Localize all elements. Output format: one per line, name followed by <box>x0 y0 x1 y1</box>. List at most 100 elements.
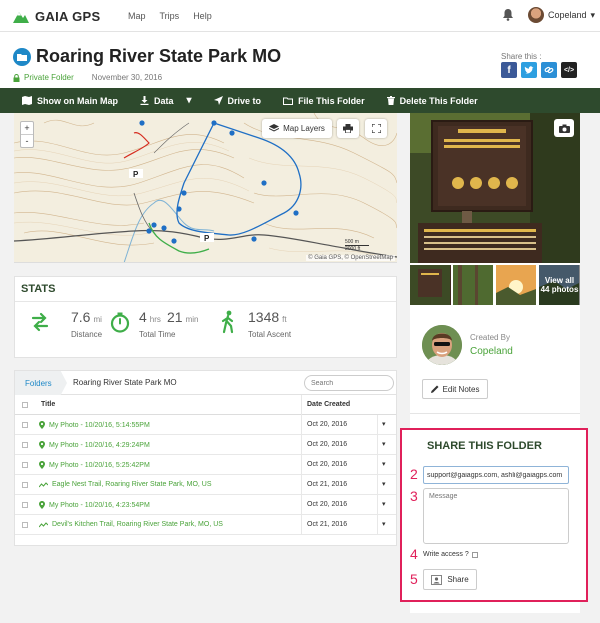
ascent-value: 1348 <box>248 309 280 325</box>
table-row[interactable]: Devil's Kitchen Trail, Roaring River Sta… <box>15 515 396 535</box>
folder-meta: Private Folder November 30, 2016 <box>13 73 162 82</box>
row-title: Eagle Nest Trail, Roaring River State Pa… <box>52 481 212 488</box>
map-layers-button[interactable]: Map Layers <box>262 119 332 138</box>
edit-notes-button[interactable]: Edit Notes <box>422 379 488 399</box>
expand-icon <box>371 124 381 133</box>
breadcrumb-folders-link[interactable]: Folders <box>15 371 67 395</box>
table-row[interactable]: My Photo - 10/20/16, 5:25:42PM Oct 20, 20… <box>15 455 396 475</box>
row-checkbox[interactable] <box>22 422 28 428</box>
table-row[interactable]: My Photo - 10/20/16, 4:29:24PM Oct 20, 20… <box>15 435 396 455</box>
privacy-status[interactable]: Private Folder <box>13 73 74 82</box>
select-all-checkbox[interactable] <box>22 402 28 408</box>
delete-folder-button[interactable]: Delete This Folder <box>386 95 478 106</box>
row-checkbox[interactable] <box>22 442 28 448</box>
table-row[interactable]: My Photo - 10/20/16, 5:14:55PM Oct 20, 20… <box>15 415 396 435</box>
hiker-icon <box>221 310 234 334</box>
step-number: 3 <box>410 488 418 504</box>
row-title-link[interactable]: My Photo - 10/20/16, 4:23:54PM <box>39 501 150 509</box>
zoom-in-button[interactable]: + <box>21 122 33 135</box>
drive-to-label: Drive to <box>227 95 262 106</box>
row-checkbox[interactable] <box>22 522 28 528</box>
folder-date: November 30, 2016 <box>91 73 163 82</box>
creator-name-link[interactable]: Copeland <box>470 346 513 357</box>
row-date: Oct 20, 2016 <box>307 461 348 468</box>
facebook-icon[interactable]: f <box>501 62 517 78</box>
folder-header: Roaring River State Park MO Private Fold… <box>0 32 600 88</box>
column-divider <box>377 475 378 495</box>
add-photo-button[interactable] <box>554 119 574 137</box>
row-menu-chevron-down-icon[interactable]: ▾ <box>382 520 386 528</box>
main-nav: Map Trips Help <box>128 11 212 21</box>
row-title-link[interactable]: My Photo - 10/20/16, 5:14:55PM <box>39 421 150 429</box>
show-on-main-map-button[interactable]: Show on Main Map <box>22 96 118 106</box>
row-menu-chevron-down-icon[interactable]: ▾ <box>382 420 386 428</box>
photo-thumbnail[interactable] <box>496 265 537 305</box>
folder-icon <box>13 48 31 66</box>
data-dropdown-button[interactable]: Data ▾ <box>140 95 192 106</box>
ascent-label: Total Ascent <box>248 330 292 339</box>
time-minutes-unit: min <box>185 315 199 324</box>
print-button[interactable] <box>337 119 359 138</box>
time-stat: 4 hrs 21 min Total Time <box>109 309 198 339</box>
creator-avatar[interactable] <box>422 325 462 365</box>
link-icon[interactable] <box>541 62 557 78</box>
share-message-input[interactable] <box>423 488 569 544</box>
delete-folder-label: Delete This Folder <box>399 95 478 106</box>
row-title-link[interactable]: My Photo - 10/20/16, 5:25:42PM <box>39 461 150 469</box>
edit-notes-label: Edit Notes <box>442 384 480 394</box>
row-menu-chevron-down-icon[interactable]: ▾ <box>382 460 386 468</box>
share-button[interactable]: Share <box>423 569 477 590</box>
user-menu[interactable]: Copeland ▾ <box>528 7 595 23</box>
column-divider <box>301 495 302 515</box>
twitter-icon[interactable] <box>521 62 537 78</box>
col-date-header[interactable]: Date Created <box>307 401 350 408</box>
row-date: Oct 21, 2016 <box>307 521 348 528</box>
table-row[interactable]: Eagle Nest Trail, Roaring River State Pa… <box>15 475 396 495</box>
zoom-out-button[interactable]: - <box>21 135 33 147</box>
share-email-input[interactable] <box>423 466 569 484</box>
parking-marker[interactable]: P <box>204 234 210 243</box>
nav-map[interactable]: Map <box>128 11 146 21</box>
step-number: 2 <box>410 466 418 482</box>
map-layers-label: Map Layers <box>283 124 325 133</box>
row-checkbox[interactable] <box>22 502 28 508</box>
row-checkbox[interactable] <box>22 482 28 488</box>
featured-photo[interactable] <box>410 113 580 263</box>
topo-map[interactable]: P P + - Map Layers 500 m 2000 ft © Gaia … <box>14 113 397 263</box>
fullscreen-button[interactable] <box>365 119 387 138</box>
col-title-header[interactable]: Title <box>41 401 55 408</box>
drive-to-button[interactable]: Drive to <box>213 95 262 106</box>
nav-trips[interactable]: Trips <box>160 11 180 21</box>
table-row[interactable]: My Photo - 10/20/16, 4:23:54PM Oct 20, 20… <box>15 495 396 515</box>
row-menu-chevron-down-icon[interactable]: ▾ <box>382 480 386 488</box>
map-pin-icon <box>39 421 45 429</box>
row-menu-chevron-down-icon[interactable]: ▾ <box>382 440 386 448</box>
embed-code-icon[interactable]: </> <box>561 62 577 78</box>
row-title: My Photo - 10/20/16, 4:23:54PM <box>49 501 150 509</box>
file-folder-button[interactable]: File This Folder <box>283 96 365 106</box>
row-title-link[interactable]: My Photo - 10/20/16, 4:29:24PM <box>39 441 150 449</box>
step-number: 5 <box>410 571 418 587</box>
row-date: Oct 21, 2016 <box>307 481 348 488</box>
view-all-photos[interactable]: View all 44 photos <box>539 265 580 305</box>
logo[interactable]: GAIA GPS <box>12 8 100 24</box>
parking-marker[interactable]: P <box>133 170 139 179</box>
search-input[interactable] <box>304 375 394 391</box>
file-folder-label: File This Folder <box>298 95 365 106</box>
row-title-link[interactable]: Eagle Nest Trail, Roaring River State Pa… <box>39 481 212 488</box>
gaia-logo-icon <box>13 12 29 23</box>
write-access-checkbox[interactable] <box>471 551 478 558</box>
photo-thumbnail[interactable] <box>410 265 451 305</box>
nav-help[interactable]: Help <box>193 11 212 21</box>
map-pin-icon <box>39 501 45 509</box>
map-pin-icon <box>39 441 45 449</box>
row-title: My Photo - 10/20/16, 5:14:55PM <box>49 421 150 429</box>
photo-thumbnail[interactable] <box>453 265 494 305</box>
distance-unit: mi <box>93 315 102 324</box>
row-checkbox[interactable] <box>22 462 28 468</box>
row-menu-chevron-down-icon[interactable]: ▾ <box>382 500 386 508</box>
table-header: Title Date Created <box>15 395 396 415</box>
navigation-arrow-icon <box>213 96 223 105</box>
notification-bell-icon[interactable] <box>502 8 514 21</box>
row-title-link[interactable]: Devil's Kitchen Trail, Roaring River Sta… <box>39 521 223 528</box>
